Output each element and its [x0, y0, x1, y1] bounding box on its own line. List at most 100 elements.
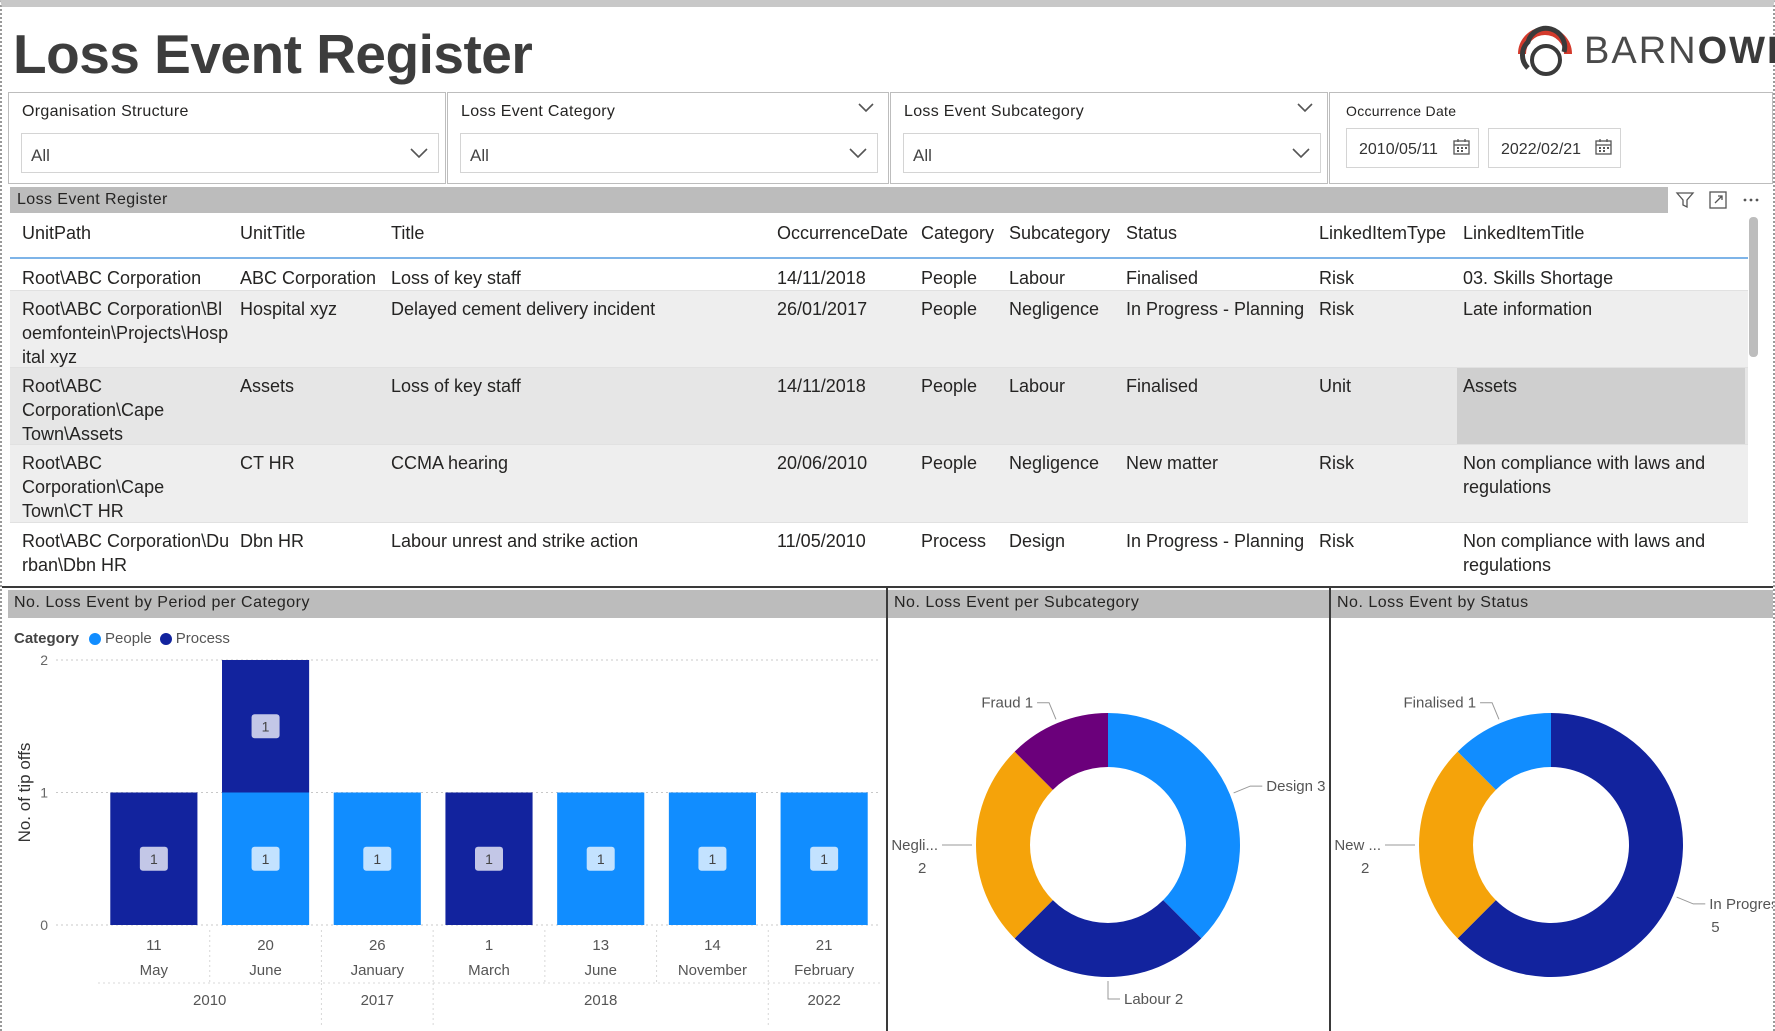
cell-category: People — [921, 299, 978, 319]
cell-unitpath: Root\ABC Corporation\Cape Town\Assets — [22, 376, 165, 444]
end-date-input[interactable]: 2022/02/21 — [1488, 128, 1621, 168]
slicer-label: Occurrence Date — [1346, 103, 1457, 119]
chart-header-bar: No. Loss Event by Status — [1331, 590, 1773, 618]
slice-value: 2 — [1361, 860, 1369, 877]
slice-label: Finalised 1 — [1404, 695, 1477, 712]
slice-value: 5 — [1711, 919, 1719, 936]
donut-slice-negligence — [976, 751, 1053, 939]
data-label: 1 — [820, 851, 828, 867]
legend-item-process[interactable]: Process — [159, 630, 230, 647]
column-header-occurrencedate[interactable]: OccurrenceDate — [777, 223, 908, 244]
table-row[interactable]: Root\ABC Corporation\Durban\Dbn HR Dbn H… — [10, 523, 1748, 577]
cell-title: CCMA hearing — [391, 453, 509, 473]
focus-mode-icon[interactable] — [1707, 189, 1729, 211]
chart-header-bar: No. Loss Event by Period per Category — [8, 590, 886, 618]
chart-title: No. Loss Event by Status — [1337, 594, 1529, 611]
table-row[interactable]: Root\ABC Corporation\Bloemfontein\Projec… — [10, 291, 1748, 368]
table-row[interactable]: Root\ABC Corporation\Cape Town\CT HR CT … — [10, 445, 1748, 523]
x-tick-label-month: February — [794, 962, 855, 979]
more-options-icon[interactable] — [1740, 189, 1762, 211]
organisation-structure-slicer: Organisation Structure All — [8, 92, 446, 184]
loss-event-subcategory-dropdown[interactable]: All — [903, 133, 1321, 173]
chart-title: No. Loss Event per Subcategory — [894, 594, 1140, 611]
leader-line — [1480, 702, 1500, 720]
dropdown-value: All — [913, 146, 932, 165]
slice-label: Design 3 — [1266, 778, 1325, 795]
slice-label: Negli... — [891, 837, 938, 854]
cell-occurrencedate: 14/11/2018 — [777, 268, 866, 288]
slice-label: Fraud 1 — [981, 695, 1033, 712]
cell-unitpath: Root\ABC Corporation — [22, 268, 202, 288]
legend-item-people[interactable]: People — [89, 630, 152, 647]
column-header-unittitle[interactable]: UnitTitle — [240, 223, 305, 244]
barnowl-logo: BARNOWL — [1512, 16, 1775, 82]
dropdown-value: All — [31, 146, 50, 165]
cell-unitpath: Root\ABC Corporation\Durban\Dbn HR — [22, 531, 230, 575]
start-date-input[interactable]: 2010/05/11 — [1346, 128, 1479, 168]
legend-label: Process — [175, 630, 230, 647]
period-category-chart-panel: No. Loss Event by Period per Category Ca… — [8, 588, 886, 1031]
x-tick-label-month: November — [678, 962, 747, 979]
cell-unittitle: Assets — [240, 376, 295, 396]
x-tick-label-day: 21 — [816, 937, 833, 954]
cell-title: Labour unrest and strike action — [391, 531, 639, 551]
filter-icon[interactable] — [1674, 189, 1696, 211]
stacked-bar-chart: 012No. of tip offs111May1120June126Janua… — [15, 652, 880, 1028]
table-scrollbar[interactable] — [1749, 217, 1758, 357]
x-tick-label-year: 2022 — [807, 992, 840, 1009]
column-header-title[interactable]: Title — [391, 223, 424, 244]
cell-linkeditemtitle: 03. Skills Shortage — [1463, 268, 1614, 288]
slice-value: 2 — [918, 860, 926, 877]
calendar-icon[interactable] — [1453, 138, 1470, 155]
cell-subcategory: Design — [1009, 531, 1066, 551]
column-header-linkeditemtitle[interactable]: LinkedItemTitle — [1463, 223, 1584, 244]
slicer-label: Loss Event Subcategory — [904, 103, 1085, 120]
loss-event-category-slicer: Loss Event Category All — [447, 92, 889, 184]
page-title: Loss Event Register — [13, 23, 533, 85]
slice-label: In Progress - Planning — [1709, 896, 1773, 913]
x-tick-label-month: January — [351, 962, 405, 979]
chevron-down-icon[interactable] — [858, 103, 874, 113]
chevron-down-icon — [410, 148, 428, 159]
column-header-category[interactable]: Category — [921, 223, 994, 244]
loss-event-category-dropdown[interactable]: All — [460, 133, 878, 173]
calendar-icon[interactable] — [1595, 138, 1612, 155]
chevron-down-icon[interactable] — [1297, 103, 1313, 113]
table-column-headers: UnitPath UnitTitle Title OccurrenceDate … — [10, 213, 1748, 259]
slicer-label: Organisation Structure — [22, 103, 189, 120]
table-row[interactable]: Root\ABC Corporation\Cape Town\Assets As… — [10, 368, 1748, 445]
x-tick-label-day: 14 — [704, 937, 721, 954]
cell-title: Loss of key staff — [391, 376, 521, 396]
cell-linkeditemtitle: Non compliance with laws and regulations — [1463, 453, 1706, 497]
cell-subcategory: Labour — [1009, 376, 1066, 396]
table-title: Loss Event Register — [17, 191, 168, 208]
data-label: 1 — [709, 851, 717, 867]
column-header-linkeditemtype[interactable]: LinkedItemType — [1319, 223, 1446, 244]
cell-occurrencedate: 14/11/2018 — [777, 376, 866, 396]
cell-subcategory: Negligence — [1009, 453, 1100, 473]
column-header-status[interactable]: Status — [1126, 223, 1177, 244]
leader-line — [1676, 896, 1706, 905]
x-tick-label-month: March — [468, 962, 510, 979]
y-tick-label: 0 — [40, 917, 48, 933]
status-chart-panel: No. Loss Event by Status In Progress - P… — [1329, 588, 1773, 1031]
x-tick-label-year: 2010 — [193, 992, 226, 1009]
data-label: 1 — [262, 851, 270, 867]
cell-linkeditemtype: Risk — [1319, 268, 1354, 288]
organisation-structure-dropdown[interactable]: All — [21, 133, 439, 173]
data-label: 1 — [262, 718, 270, 734]
y-axis-label: No. of tip offs — [15, 743, 34, 843]
cell-linkeditemtype: Risk — [1319, 453, 1354, 473]
x-tick-label-day: 26 — [369, 937, 386, 954]
cell-unittitle: Hospital xyz — [240, 299, 338, 319]
status-donut-chart: In Progress - Planning 5 New ... 2 Finalised… — [1334, 695, 1773, 977]
column-header-unitpath[interactable]: UnitPath — [22, 223, 91, 244]
cell-linkeditemtitle: Late information — [1463, 299, 1593, 319]
column-header-subcategory[interactable]: Subcategory — [1009, 223, 1110, 244]
leader-line — [1037, 702, 1057, 720]
donut-slice-design — [1108, 713, 1240, 939]
loss-event-subcategory-slicer: Loss Event Subcategory All — [890, 92, 1328, 184]
cell-occurrencedate: 26/01/2017 — [777, 299, 868, 319]
table-row[interactable]: Root\ABC Corporation ABC Corporation Los… — [10, 260, 1748, 291]
slice-label: Labour 2 — [1124, 991, 1183, 1008]
